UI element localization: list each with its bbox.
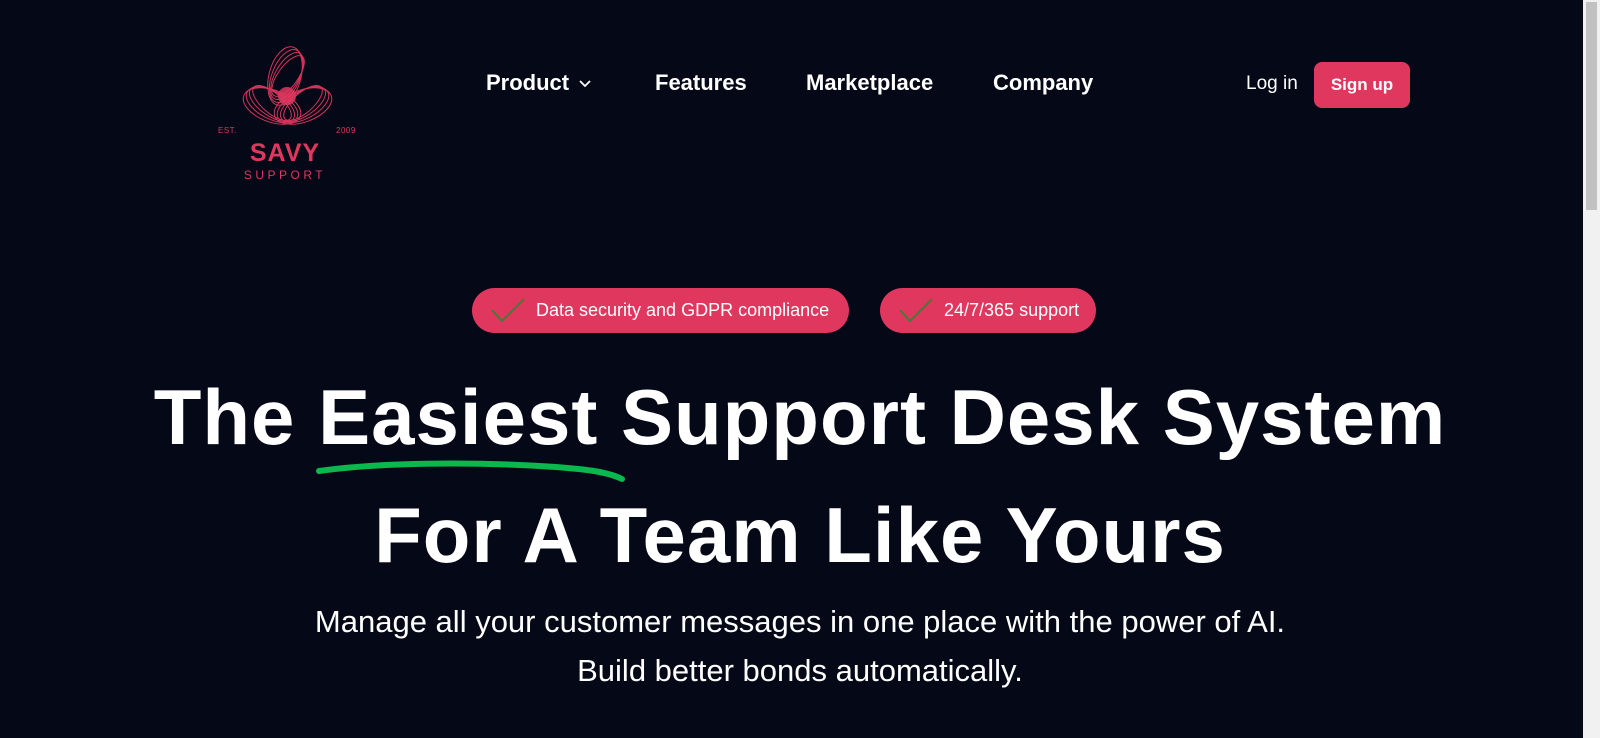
badge-label: Data security and GDPR compliance	[536, 300, 830, 320]
hero-highlight-word: Easiest	[318, 373, 599, 461]
hero-subtitle-line-2: Build better bonds automatically.	[577, 653, 1023, 688]
triple-loop-logo-icon	[242, 46, 333, 125]
badge-support: 24/7/365 support	[880, 288, 1096, 333]
nav-item-label: Company	[993, 70, 1094, 95]
login-link[interactable]: Log in	[1246, 73, 1298, 95]
logo-subtitle: SUPPORT	[243, 168, 327, 182]
check-icon	[491, 297, 525, 322]
nav-item-marketplace[interactable]: Marketplace	[806, 70, 933, 96]
scrollbar-thumb[interactable]	[1586, 2, 1597, 210]
hero-subtitle-line-1: Manage all your customer messages in one…	[314, 604, 1286, 639]
badge-label: 24/7/365 support	[944, 300, 1080, 320]
logo-year-label: 2009	[336, 126, 356, 135]
nav-item-label: Product	[486, 70, 570, 95]
hero-headline-highlight: Easiest	[316, 372, 626, 482]
nav-item-label: Features	[655, 70, 747, 95]
hero-headline-suffix: Support Desk System	[598, 373, 1447, 461]
hero-headline-prefix: The	[153, 373, 319, 461]
nav-item-company[interactable]: Company	[993, 70, 1093, 96]
check-icon	[899, 297, 933, 322]
nav-item-product[interactable]: Product	[486, 70, 592, 96]
hero-headline-line-1: The Easiest Support Desk System	[0, 372, 1600, 482]
landing-page: EST. 2009 SAVY SUPPORT Product Features …	[0, 0, 1600, 738]
nav-item-features[interactable]: Features	[655, 70, 747, 96]
hero-headline-line-2: For A Team Like Yours	[374, 491, 1226, 579]
badge-gdpr: Data security and GDPR compliance	[472, 288, 849, 333]
logo-est-label: EST.	[218, 126, 237, 135]
chevron-down-icon	[579, 80, 591, 88]
brand-logo[interactable]: EST. 2009 SAVY SUPPORT	[210, 38, 360, 188]
logo-wordmark: SAVY	[249, 139, 321, 167]
vertical-scrollbar[interactable]	[1583, 0, 1600, 738]
brush-underline-icon	[316, 460, 626, 482]
nav-item-label: Marketplace	[806, 70, 934, 95]
signup-button[interactable]: Sign up	[1314, 62, 1410, 108]
